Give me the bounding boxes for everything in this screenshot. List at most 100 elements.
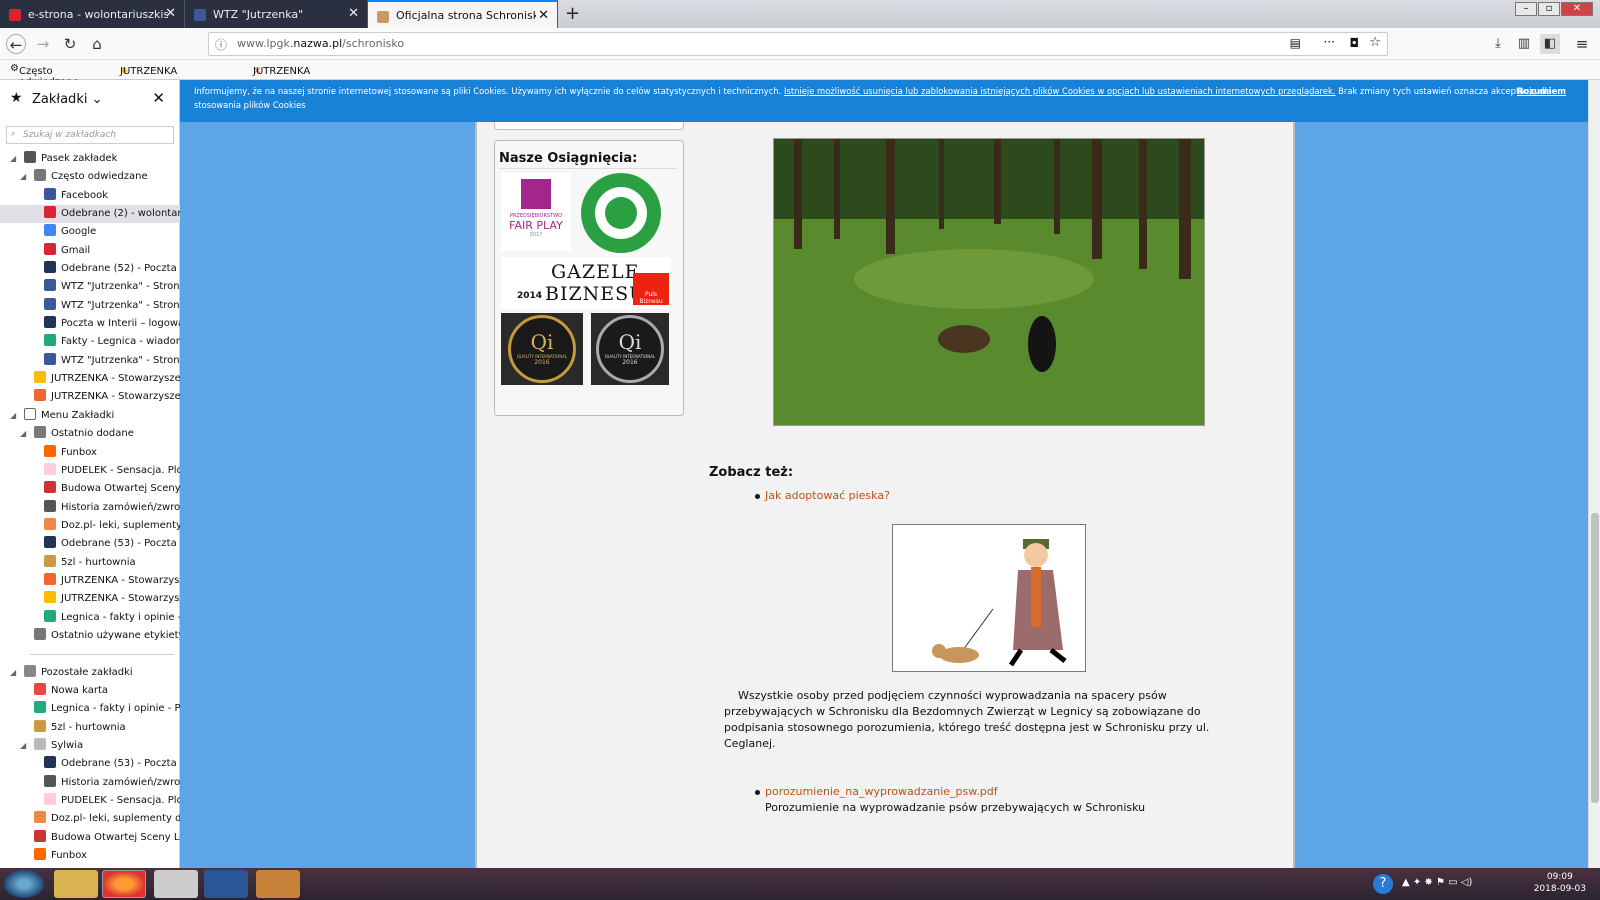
close-icon[interactable]: ✕ (165, 6, 176, 21)
bookmark-item[interactable]: ◢ Ostatnio dodane (0, 425, 180, 443)
bookmark-item[interactable]: Historia zamówień/zwrot... (0, 774, 180, 792)
tab-bar: e-strona - wolontariuszkischro ✕ WTZ "Ju… (0, 0, 1600, 28)
download-icon[interactable]: ⤓ (1488, 34, 1508, 54)
bookmark-item[interactable]: 5zl - hurtownia (0, 554, 180, 572)
bookmark-favicon-icon (44, 352, 56, 365)
bookmark-item[interactable]: PUDELEK - Sensacja. Plot... (0, 792, 180, 810)
bookmark-item[interactable]: ◢ Często odwiedzane (0, 168, 180, 186)
maximize-button[interactable]: ▫ (1538, 2, 1560, 16)
cookie-accept-button[interactable]: Rozumiem (1517, 84, 1566, 98)
bookmark-item[interactable]: Historia zamówień/zwrot... (0, 499, 180, 517)
bookmark-item[interactable]: Poczta w Interii – logowa... (0, 315, 180, 333)
expand-icon[interactable]: ◢ (20, 168, 26, 186)
explorer-icon[interactable] (54, 870, 98, 898)
bookmark-item[interactable]: Facebook (0, 187, 180, 205)
url-bar[interactable]: ⓘ www.lpgk.nazwa.pl/schronisko ▤ ··· ◘ ☆ (208, 32, 1388, 56)
bookmark-label: Google (61, 226, 97, 238)
bookmark-item[interactable]: JUTRZENKA - Stowarzyszeni... (0, 388, 180, 406)
tab-facebook[interactable]: WTZ "Jutrzenka" ✕ (185, 0, 368, 28)
bookmark-item[interactable]: 5zl - hurtownia (0, 719, 180, 737)
tab-gmail[interactable]: e-strona - wolontariuszkischro ✕ (0, 0, 185, 28)
close-window-button[interactable]: ✕ (1561, 2, 1593, 16)
reload-icon[interactable]: ↻ (60, 34, 80, 54)
bookmark-label: Sylwia (51, 740, 84, 751)
new-tab-button[interactable]: + (565, 3, 580, 24)
cookie-settings-link[interactable]: Istnieje możliwość usunięcia lub zabloko… (784, 86, 1335, 96)
bookmark-item[interactable]: Funbox (0, 847, 180, 865)
back-icon[interactable]: ← (6, 34, 26, 54)
tab-schronisko[interactable]: Oficjalna strona Schroniska dla ✕ (368, 0, 558, 28)
adopt-link[interactable]: Jak adoptować pieska? (765, 489, 890, 502)
expand-icon[interactable]: ◢ (20, 425, 26, 443)
bookmark-label: 5zl - hurtownia (51, 721, 126, 733)
bookmark-search-input[interactable]: ⌕ Szukaj w zakładkach (6, 126, 174, 144)
library-icon[interactable]: ▥ (1514, 34, 1534, 54)
expand-icon[interactable]: ◢ (10, 150, 16, 168)
bookmark-item[interactable]: JUTRZENKA - Stowarzysze... (0, 590, 180, 608)
bookmark-label: Menu Zakładki (41, 409, 115, 421)
bookmark-item[interactable]: Odebrane (53) - Poczta w ... (0, 535, 180, 553)
sidebar-divider (0, 645, 180, 663)
info-icon[interactable]: ⓘ (215, 36, 227, 53)
bookmark-item[interactable]: Legnica - fakty i opinie - Po... (0, 700, 180, 718)
media-player-icon[interactable] (154, 870, 198, 898)
black-dog (1028, 316, 1056, 372)
bookmark-item[interactable]: Fakty - Legnica - wiadom... (0, 333, 180, 351)
home-icon[interactable]: ⌂ (87, 34, 107, 54)
bookmark-item[interactable]: WTZ "Jutrzenka" - Strona ... (0, 352, 180, 370)
bookmark-item[interactable]: Odebrane (52) - Poczta w ... (0, 260, 180, 278)
scrollbar-thumb[interactable] (1591, 513, 1599, 803)
expand-icon[interactable]: ◢ (10, 664, 16, 682)
bookmark-item[interactable]: Odebrane (2) - wolontari... (0, 205, 180, 224)
url-text: www.lpgk.nazwa.pl/schronisko (237, 37, 405, 50)
close-icon[interactable]: ✕ (152, 89, 165, 107)
bookmark-item[interactable]: ◢ Pasek zakładek (0, 150, 180, 168)
bookmark-item[interactable]: Legnica - fakty i opinie - ... (0, 609, 180, 627)
bookmark-item[interactable]: Funbox (0, 444, 180, 462)
bookmark-item[interactable]: Ostatnio używane etykiety (0, 627, 180, 645)
bookmark-item[interactable]: Nowa karta (0, 682, 180, 700)
reader-view-icon[interactable]: ▤ (1290, 36, 1301, 50)
bookmark-item[interactable]: Doz.pl- leki, suplementy die... (0, 810, 180, 828)
bookmark-frequent[interactable]: ⚙ Często odwiedzane (10, 63, 79, 88)
sidebar-title[interactable]: Zakładki ⌄ (32, 92, 102, 107)
menu-icon[interactable]: ≡ (1572, 34, 1592, 54)
bookmark-item[interactable]: WTZ "Jutrzenka" - Strona ... (0, 278, 180, 296)
navigation-bar: ← → ↻ ⌂ ⓘ www.lpgk.nazwa.pl/schronisko ▤… (0, 28, 1600, 60)
bookmark-item[interactable]: Odebrane (53) - Poczta w ... (0, 755, 180, 773)
bookmark-item[interactable]: Doz.pl- leki, suplementy ... (0, 517, 180, 535)
bookmark-item[interactable]: ◢ Pozostałe zakładki (0, 664, 180, 682)
sidebar-toggle-icon[interactable]: ◧ (1540, 34, 1560, 54)
expand-icon[interactable]: ◢ (10, 407, 16, 425)
start-button[interactable] (4, 870, 44, 898)
bookmark-item[interactable]: Budowa Otwartej Sceny Let... (0, 829, 180, 847)
bookmark-item[interactable]: JUTRZENKA - Stowarzysze... (0, 572, 180, 590)
tray-icons[interactable]: ▲ ✦ ✸ ⚑ ▭ ◁) (1402, 877, 1472, 888)
forward-icon[interactable]: → (33, 34, 53, 54)
bookmark-item[interactable]: ◢ Menu Zakładki (0, 407, 180, 425)
bookmark-item[interactable]: Gmail (0, 242, 180, 260)
star-icon[interactable]: ☆ (1369, 35, 1381, 50)
page-scrollbar[interactable] (1588, 80, 1600, 868)
clock[interactable]: 09:09 2018-09-03 (1534, 871, 1586, 895)
bookmark-item[interactable]: PUDELEK - Sensacja. Plot... (0, 462, 180, 480)
more-icon[interactable]: ··· (1324, 35, 1335, 49)
bookmark-item[interactable]: WTZ "Jutrzenka" - Strona ... (0, 297, 180, 315)
pdf-link[interactable]: porozumienie_na_wyprowadzanie_psw.pdf (765, 785, 998, 798)
pocket-icon[interactable]: ◘ (1350, 36, 1360, 50)
bookmark-item[interactable]: Google (0, 223, 180, 241)
help-icon[interactable]: ? (1373, 874, 1393, 894)
book-app-icon[interactable] (256, 870, 300, 898)
bookmark-item[interactable]: JUTRZENKA - Stowarzyszeni... (0, 370, 180, 388)
expand-icon[interactable]: ◢ (20, 737, 26, 755)
bookmark-item[interactable]: Budowa Otwartej Sceny L... (0, 480, 180, 498)
bookmark-label: Często odwiedzane (51, 171, 148, 183)
bookmarks-sidebar: ★ Zakładki ⌄ ✕ ⌕ Szukaj w zakładkach ◢ Pa… (0, 80, 180, 868)
firefox-icon[interactable] (102, 870, 146, 898)
bookmark-item[interactable]: ◢ Sylwia (0, 737, 180, 755)
minimize-button[interactable]: – (1515, 2, 1537, 16)
close-icon[interactable]: ✕ (538, 8, 549, 23)
quality-international-silver-badge: Qi QUALITY INTERNATIONAL 2016 (591, 313, 669, 385)
close-icon[interactable]: ✕ (348, 6, 359, 21)
word-icon[interactable] (204, 870, 248, 898)
